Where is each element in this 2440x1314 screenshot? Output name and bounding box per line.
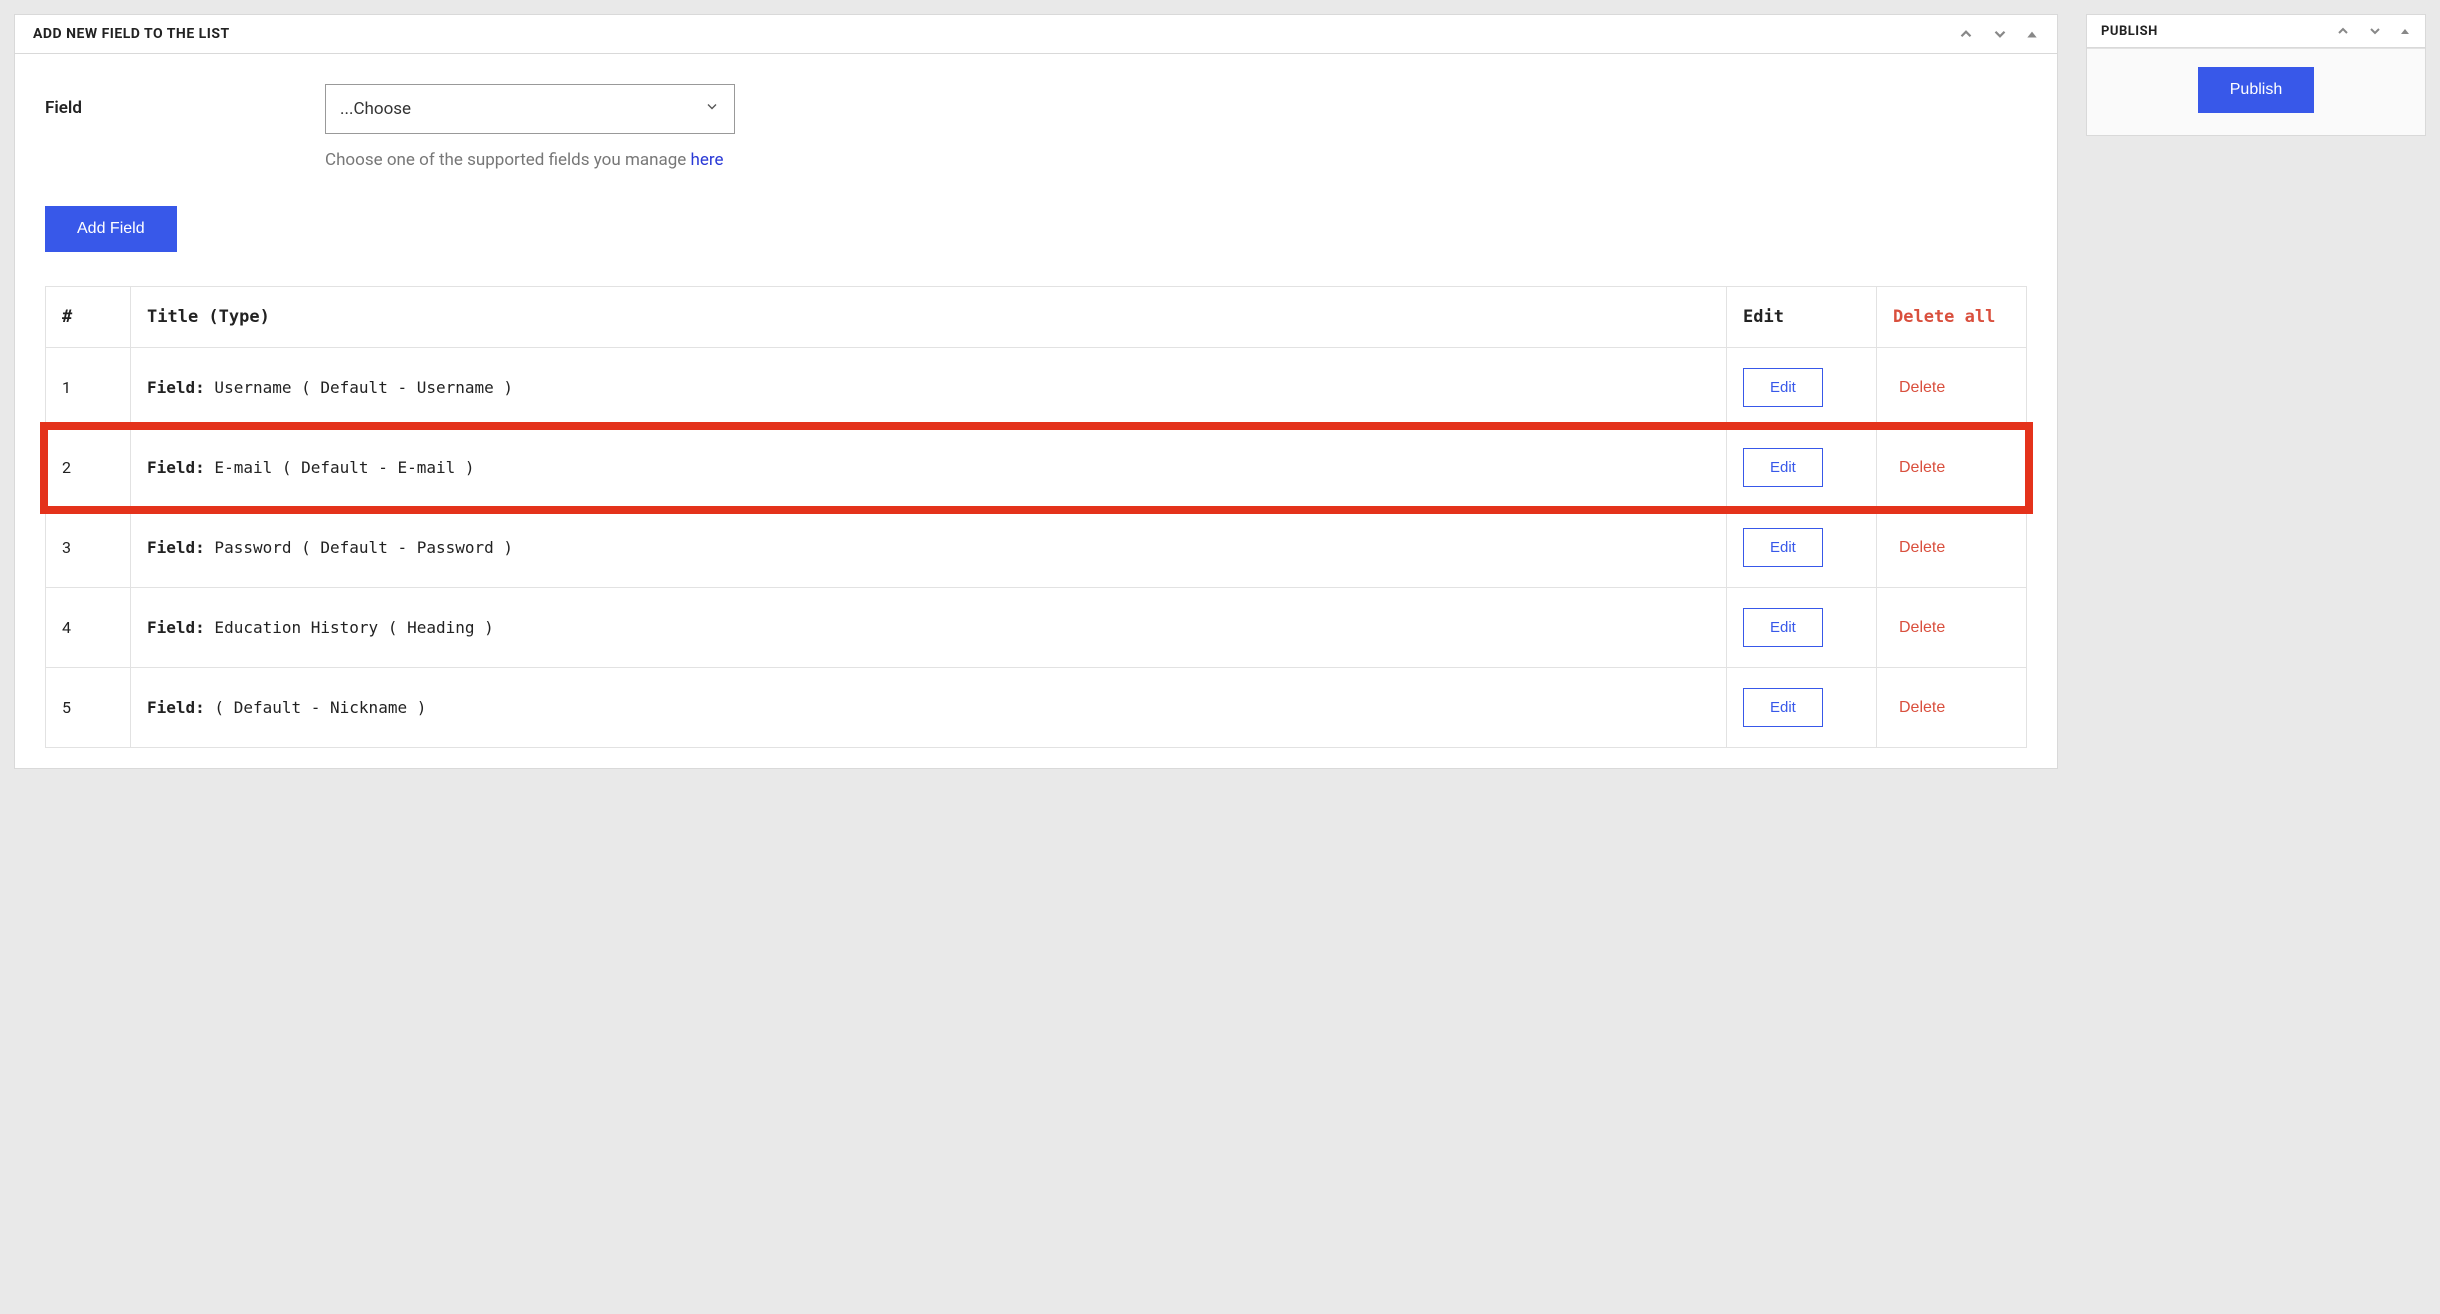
row-edit-cell: Edit <box>1727 348 1877 428</box>
publish-panel-controls <box>2335 23 2411 39</box>
row-number: 1 <box>46 348 131 428</box>
field-control: ...Choose Choose one of the supported fi… <box>325 84 735 170</box>
table-row: 5Field: ( Default - Nickname ) Edit Delete <box>46 668 2027 748</box>
edit-button[interactable]: Edit <box>1743 688 1823 727</box>
field-row: Field ...Choose Choose one of the suppor… <box>45 84 2027 170</box>
field-select-value: ...Choose <box>340 99 411 119</box>
col-title-header: Title (Type) <box>131 287 1727 348</box>
table-row: 2Field: E-mail ( Default - E-mail ) Edit D… <box>46 428 2027 508</box>
delete-button[interactable]: Delete <box>1893 698 1951 718</box>
helper-text: Choose one of the supported fields you m… <box>325 150 735 170</box>
panel-title: ADD NEW FIELD TO THE LIST <box>33 26 230 42</box>
row-prefix: Field: <box>147 378 205 397</box>
row-title: Field: Education History ( Heading ) <box>131 588 1727 668</box>
edit-button[interactable]: Edit <box>1743 528 1823 567</box>
chevron-down-icon <box>704 99 720 120</box>
edit-button[interactable]: Edit <box>1743 368 1823 407</box>
panel-header: ADD NEW FIELD TO THE LIST <box>15 15 2057 54</box>
edit-button[interactable]: Edit <box>1743 608 1823 647</box>
edit-button[interactable]: Edit <box>1743 448 1823 487</box>
row-edit-cell: Edit <box>1727 668 1877 748</box>
table-row: 4Field: Education History ( Heading ) Edi… <box>46 588 2027 668</box>
row-title: Field: Username ( Default - Username ) <box>131 348 1727 428</box>
row-number: 3 <box>46 508 131 588</box>
row-title: Field: Password ( Default - Password ) <box>131 508 1727 588</box>
delete-all-button[interactable]: Delete all <box>1877 287 2027 348</box>
row-number: 4 <box>46 588 131 668</box>
row-prefix: Field: <box>147 538 205 557</box>
manage-fields-link[interactable]: here <box>691 150 724 170</box>
publish-panel-title: PUBLISH <box>2101 24 2158 39</box>
panel-controls <box>1957 25 2039 43</box>
collapse-icon[interactable] <box>2399 25 2411 37</box>
chevron-up-icon[interactable] <box>2335 23 2351 39</box>
chevron-up-icon[interactable] <box>1957 25 1975 43</box>
row-delete-cell: Delete <box>1877 588 2027 668</box>
publish-button[interactable]: Publish <box>2198 67 2314 113</box>
add-field-panel: ADD NEW FIELD TO THE LIST Field ...Choos… <box>14 14 2058 769</box>
row-number: 5 <box>46 668 131 748</box>
delete-button[interactable]: Delete <box>1893 458 1951 478</box>
row-prefix: Field: <box>147 698 205 717</box>
row-number: 2 <box>46 428 131 508</box>
delete-button[interactable]: Delete <box>1893 618 1951 638</box>
row-edit-cell: Edit <box>1727 508 1877 588</box>
delete-button[interactable]: Delete <box>1893 538 1951 558</box>
col-edit-header: Edit <box>1727 287 1877 348</box>
table-row: 3Field: Password ( Default - Password ) E… <box>46 508 2027 588</box>
collapse-icon[interactable] <box>2025 27 2039 41</box>
delete-button[interactable]: Delete <box>1893 378 1951 398</box>
row-prefix: Field: <box>147 618 205 637</box>
field-label: Field <box>45 84 285 118</box>
chevron-down-icon[interactable] <box>2367 23 2383 39</box>
field-select[interactable]: ...Choose <box>325 84 735 134</box>
row-title: Field: E-mail ( Default - E-mail ) <box>131 428 1727 508</box>
row-delete-cell: Delete <box>1877 348 2027 428</box>
row-edit-cell: Edit <box>1727 428 1877 508</box>
row-delete-cell: Delete <box>1877 668 2027 748</box>
publish-panel: PUBLISH Publish <box>2086 14 2426 136</box>
row-delete-cell: Delete <box>1877 508 2027 588</box>
publish-panel-header: PUBLISH <box>2087 15 2425 48</box>
publish-panel-body: Publish <box>2087 48 2425 135</box>
add-field-button[interactable]: Add Field <box>45 206 177 252</box>
row-delete-cell: Delete <box>1877 428 2027 508</box>
row-edit-cell: Edit <box>1727 588 1877 668</box>
fields-table: # Title (Type) Edit Delete all 1Field: U… <box>45 286 2027 748</box>
table-row: 1Field: Username ( Default - Username ) E… <box>46 348 2027 428</box>
row-title: Field: ( Default - Nickname ) <box>131 668 1727 748</box>
panel-body: Field ...Choose Choose one of the suppor… <box>15 54 2057 768</box>
row-prefix: Field: <box>147 458 205 477</box>
chevron-down-icon[interactable] <box>1991 25 2009 43</box>
table-header-row: # Title (Type) Edit Delete all <box>46 287 2027 348</box>
col-num-header: # <box>46 287 131 348</box>
sidebar: PUBLISH Publish <box>2086 14 2426 136</box>
